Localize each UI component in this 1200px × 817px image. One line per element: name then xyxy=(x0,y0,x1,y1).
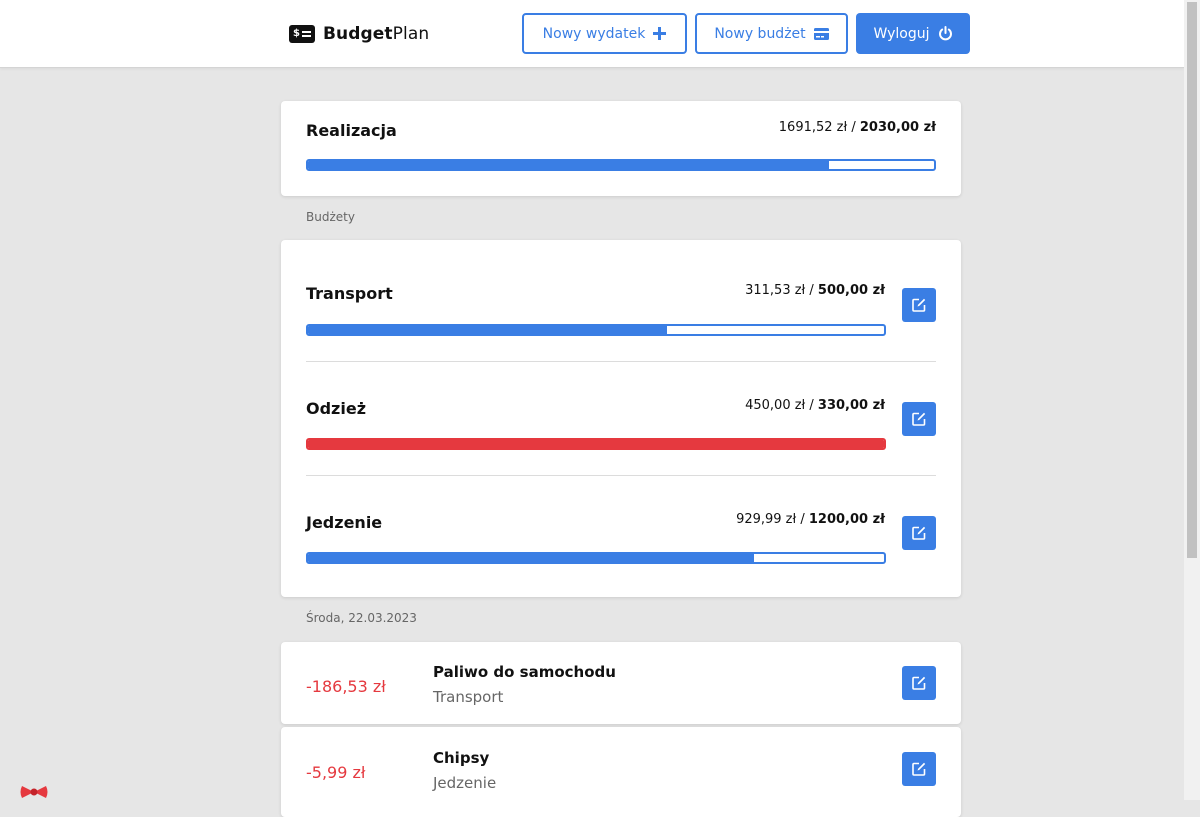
expense-item[interactable]: -5,99 zł Chipsy Jedzenie xyxy=(281,727,961,817)
bow-icon[interactable] xyxy=(18,784,50,804)
budget-limit: 500,00 zł xyxy=(817,283,885,298)
edit-icon xyxy=(912,526,926,540)
scrollbar-thumb[interactable] xyxy=(1187,2,1197,558)
expense-category: Jedzenie xyxy=(433,774,497,792)
expense-category: Transport xyxy=(433,688,504,706)
edit-icon xyxy=(912,676,926,690)
expense-amount: -5,99 zł xyxy=(306,763,366,782)
budget-divider xyxy=(306,361,936,362)
page-scrollbar[interactable] xyxy=(1184,0,1200,800)
edit-icon xyxy=(912,762,926,776)
logout-label: Wyloguj xyxy=(873,25,930,42)
budget-progress-bar xyxy=(306,438,886,450)
budget-spent: 311,53 zł xyxy=(745,283,806,298)
budgets-card: Transport 311,53 zł / 500,00 zł Odzież 4… xyxy=(281,240,961,597)
credit-card-icon xyxy=(813,27,829,40)
expense-item[interactable]: -186,53 zł Paliwo do samochodu Transport xyxy=(281,642,961,724)
budget-amount: 450,00 zł / 330,00 zł xyxy=(745,398,885,413)
brand-name: BudgetPlan xyxy=(323,24,429,44)
date-section-label: Środa, 22.03.2023 xyxy=(306,611,417,625)
brand-name-bold: Budget xyxy=(323,24,393,44)
summary-amount: 1691,52 zł / 2030,00 zł xyxy=(779,120,936,135)
budget-limit: 1200,00 zł xyxy=(808,512,885,527)
budget-progress-bar xyxy=(306,552,886,564)
budgets-section-label: Budżety xyxy=(306,210,355,224)
edit-budget-button[interactable] xyxy=(902,516,936,550)
power-icon xyxy=(938,26,953,41)
summary-separator: / xyxy=(847,120,860,135)
budget-amount: 311,53 zł / 500,00 zł xyxy=(745,283,885,298)
edit-expense-button[interactable] xyxy=(902,752,936,786)
plus-icon xyxy=(653,27,667,40)
budget-limit: 330,00 zł xyxy=(817,398,885,413)
budget-name: Jedzenie xyxy=(306,513,383,532)
summary-card: Realizacja 1691,52 zł / 2030,00 zł xyxy=(281,101,961,196)
budget-progress-fill xyxy=(308,554,755,562)
budget-progress-fill xyxy=(308,440,884,448)
budget-progress-bar xyxy=(306,324,886,336)
summary-progress-fill xyxy=(308,161,830,169)
brand-logo[interactable]: $ BudgetPlan xyxy=(289,22,429,46)
summary-limit: 2030,00 zł xyxy=(859,120,936,135)
new-budget-label: Nowy budżet xyxy=(714,25,806,42)
top-navbar: $ BudgetPlan Nowy wydatek Nowy budżet Wy… xyxy=(0,0,1184,68)
budget-amount: 929,99 zł / 1200,00 zł xyxy=(736,512,885,527)
budget-name: Transport xyxy=(306,284,393,303)
expense-name: Chipsy xyxy=(433,749,490,767)
budget-progress-fill xyxy=(308,326,667,334)
budget-spent: 929,99 zł xyxy=(736,512,797,527)
edit-expense-button[interactable] xyxy=(902,666,936,700)
summary-progress-bar xyxy=(306,159,936,171)
brand-name-light: Plan xyxy=(392,24,430,44)
edit-budget-button[interactable] xyxy=(902,402,936,436)
new-budget-button[interactable]: Nowy budżet xyxy=(695,13,848,54)
logout-button[interactable]: Wyloguj xyxy=(856,13,970,54)
edit-budget-button[interactable] xyxy=(902,288,936,322)
summary-title: Realizacja xyxy=(306,121,397,140)
budget-name: Odzież xyxy=(306,399,367,418)
budget-divider xyxy=(306,475,936,476)
budget-spent: 450,00 zł xyxy=(745,398,806,413)
summary-spent: 1691,52 zł xyxy=(778,120,848,135)
expense-amount: -186,53 zł xyxy=(306,677,386,696)
edit-icon xyxy=(912,298,926,312)
new-expense-button[interactable]: Nowy wydatek xyxy=(522,13,687,54)
edit-icon xyxy=(912,412,926,426)
money-bill-icon: $ xyxy=(289,25,315,43)
new-expense-label: Nowy wydatek xyxy=(542,25,646,42)
expense-name: Paliwo do samochodu xyxy=(433,663,616,681)
